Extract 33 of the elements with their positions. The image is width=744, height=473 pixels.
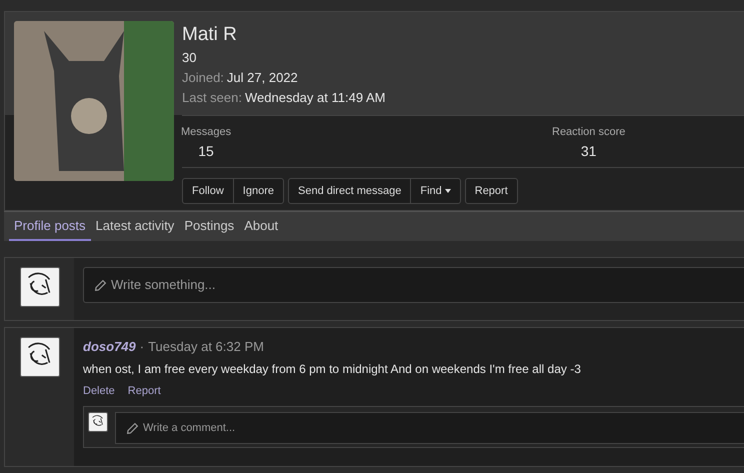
field-label: Last seen: [182, 89, 242, 107]
stat-value: 31 [580, 142, 596, 161]
pencil-icon [94, 278, 107, 292]
avatar-drawing [88, 412, 108, 432]
caret-icon [444, 189, 451, 193]
user-age: 30 [182, 49, 198, 67]
avatar-drawing [20, 267, 60, 307]
post-time: Tuesday at 6:32 PM [148, 338, 264, 356]
action-button[interactable]: Report [466, 179, 517, 203]
user-name: Mati R [182, 23, 238, 47]
stat-value: 15 [198, 142, 214, 161]
profile-tab[interactable]: About [239, 212, 284, 241]
action-button[interactable]: Follow [183, 179, 233, 203]
post-body: when ost, I am free every weekday from 6 pm to midnight And on weekends I'm free all day -3 [83, 361, 582, 378]
author-link[interactable]: doso749 [83, 337, 136, 357]
field-value: Jul 27, 2022 [226, 69, 298, 87]
post-action-link[interactable]: Delete [83, 384, 115, 398]
separator-dot: · [140, 338, 144, 356]
pencil-icon [126, 422, 139, 434]
stat-label: Reaction score [552, 125, 626, 139]
field-label: Joined: [182, 69, 224, 87]
avatar-drawing [20, 337, 60, 377]
profile-tab[interactable]: Profile posts [9, 212, 91, 241]
post-input-field[interactable]: Write something... [83, 267, 744, 303]
action-button[interactable]: Ignore [232, 179, 283, 203]
profile-tab[interactable]: Latest activity [90, 212, 180, 241]
profile-tab[interactable]: Postings [179, 212, 240, 241]
action-button[interactable]: Send direct message [289, 179, 410, 203]
field-value: Wednesday at 11:49 AM [245, 89, 386, 107]
stat-label: Messages [180, 125, 232, 139]
comment-input-field[interactable]: Write a comment... [115, 412, 744, 444]
find-menu-button[interactable]: Find [410, 179, 460, 203]
post-action-link[interactable]: Report [128, 384, 161, 398]
